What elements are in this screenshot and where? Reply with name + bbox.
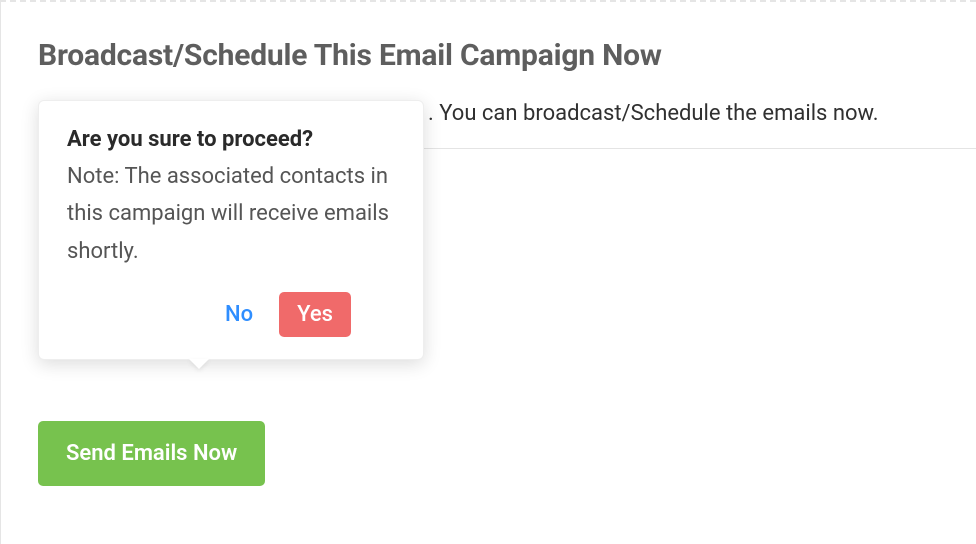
left-border <box>0 2 1 544</box>
page-title: Broadcast/Schedule This Email Campaign N… <box>38 38 976 73</box>
description-text: . You can broadcast/Schedule the emails … <box>428 101 976 126</box>
popover-actions: No Yes <box>67 292 351 337</box>
send-emails-button[interactable]: Send Emails Now <box>38 421 265 486</box>
no-button[interactable]: No <box>221 294 257 335</box>
popover-note: Note: The associated contacts in this ca… <box>67 158 395 270</box>
top-dashed-border <box>0 0 976 2</box>
yes-button[interactable]: Yes <box>279 292 351 337</box>
popover-title: Are you sure to proceed? <box>67 127 395 152</box>
confirm-popover: Are you sure to proceed? Note: The assoc… <box>38 100 424 360</box>
